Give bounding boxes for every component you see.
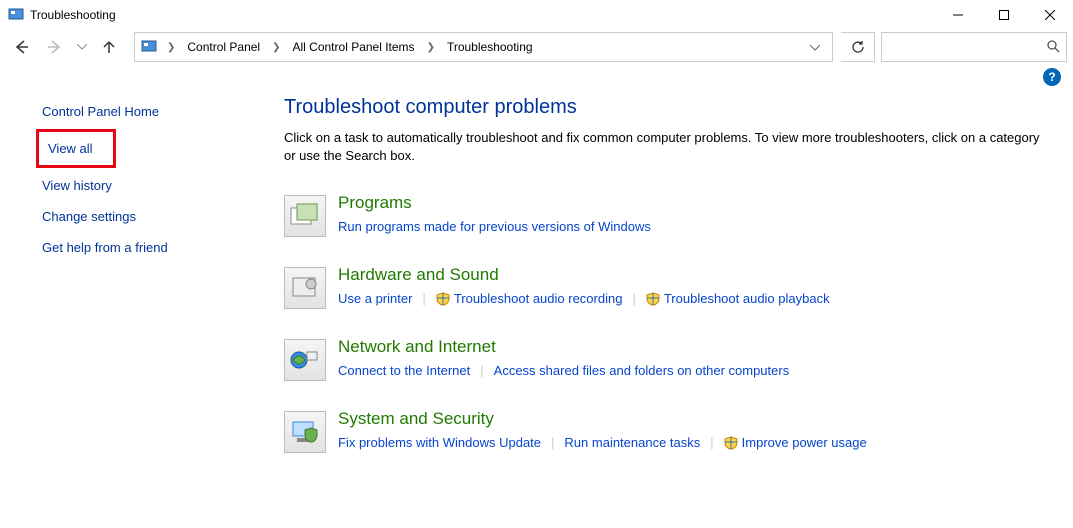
breadcrumb[interactable]: ❯ Control Panel ❯ All Control Panel Item… [134, 32, 833, 62]
shield-icon [724, 436, 738, 450]
help-row: ? [0, 64, 1073, 86]
refresh-button[interactable] [841, 32, 875, 62]
sidebar-link[interactable]: View all [42, 135, 99, 162]
task-link[interactable]: Improve power usage [724, 435, 867, 450]
category-programs: Programs Run programs made for previous … [284, 193, 1049, 237]
separator: | [412, 291, 435, 306]
hardware-icon [284, 267, 326, 309]
page-description: Click on a task to automatically trouble… [284, 129, 1049, 165]
minimize-button[interactable] [935, 0, 981, 30]
task-link[interactable]: Troubleshoot audio recording [436, 291, 623, 306]
category-title[interactable]: Network and Internet [338, 337, 1049, 357]
separator: | [541, 435, 564, 450]
close-button[interactable] [1027, 0, 1073, 30]
breadcrumb-item[interactable]: Control Panel [183, 36, 264, 58]
help-icon[interactable]: ? [1043, 68, 1061, 86]
chevron-right-icon[interactable]: ❯ [268, 42, 284, 53]
programs-icon [284, 195, 326, 237]
network-icon [284, 339, 326, 381]
sidebar-item-home[interactable]: Control Panel Home [36, 98, 260, 125]
window-controls [935, 0, 1073, 30]
up-button[interactable] [94, 32, 124, 62]
chevron-right-icon[interactable]: ❯ [423, 42, 439, 53]
nav-row: ❯ Control Panel ❯ All Control Panel Item… [0, 30, 1073, 64]
highlight-box: View all [36, 129, 116, 168]
window-title: Troubleshooting [30, 8, 116, 22]
chevron-right-icon[interactable]: ❯ [163, 42, 179, 53]
shield-icon [646, 292, 660, 306]
breadcrumb-icon [141, 39, 157, 55]
breadcrumb-dropdown[interactable] [802, 36, 828, 58]
titlebar: Troubleshooting [0, 0, 1073, 30]
task-link[interactable]: Access shared files and folders on other… [494, 363, 790, 378]
back-button[interactable] [6, 32, 36, 62]
sidebar-link[interactable]: View history [36, 172, 118, 199]
app-icon [8, 7, 24, 23]
task-link[interactable]: Use a printer [338, 291, 412, 306]
page-heading: Troubleshoot computer problems [284, 96, 1049, 119]
search-icon [1046, 39, 1060, 56]
category-system-security: System and Security Fix problems with Wi… [284, 409, 1049, 453]
sidebar-link[interactable]: Get help from a friend [36, 234, 174, 261]
recent-dropdown[interactable] [74, 32, 90, 62]
sidebar-link[interactable]: Change settings [36, 203, 142, 230]
main-content: Troubleshoot computer problems Click on … [260, 90, 1073, 481]
forward-button[interactable] [40, 32, 70, 62]
sidebar-item-view-history[interactable]: View history [36, 172, 260, 199]
sidebar: Control Panel Home View all View history… [0, 90, 260, 481]
security-icon [284, 411, 326, 453]
sidebar-item-view-all[interactable]: View all [36, 129, 260, 168]
content-area: Control Panel Home View all View history… [0, 86, 1073, 481]
task-link[interactable]: Run programs made for previous versions … [338, 219, 651, 234]
sidebar-item-change-settings[interactable]: Change settings [36, 203, 260, 230]
sidebar-link[interactable]: Control Panel Home [36, 98, 165, 125]
shield-icon [436, 292, 450, 306]
task-link[interactable]: Fix problems with Windows Update [338, 435, 541, 450]
task-link[interactable]: Connect to the Internet [338, 363, 470, 378]
task-link[interactable]: Run maintenance tasks [564, 435, 700, 450]
sidebar-item-get-help[interactable]: Get help from a friend [36, 234, 260, 261]
breadcrumb-item[interactable]: Troubleshooting [443, 36, 537, 58]
task-link[interactable]: Troubleshoot audio playback [646, 291, 830, 306]
separator: | [622, 291, 645, 306]
breadcrumb-item[interactable]: All Control Panel Items [289, 36, 419, 58]
search-input[interactable] [881, 32, 1067, 62]
category-title[interactable]: Programs [338, 193, 1049, 213]
category-title[interactable]: Hardware and Sound [338, 265, 1049, 285]
separator: | [470, 363, 493, 378]
separator: | [700, 435, 723, 450]
category-network-internet: Network and Internet Connect to the Inte… [284, 337, 1049, 381]
maximize-button[interactable] [981, 0, 1027, 30]
category-title[interactable]: System and Security [338, 409, 1049, 429]
category-hardware-sound: Hardware and Sound Use a printer | Troub… [284, 265, 1049, 309]
